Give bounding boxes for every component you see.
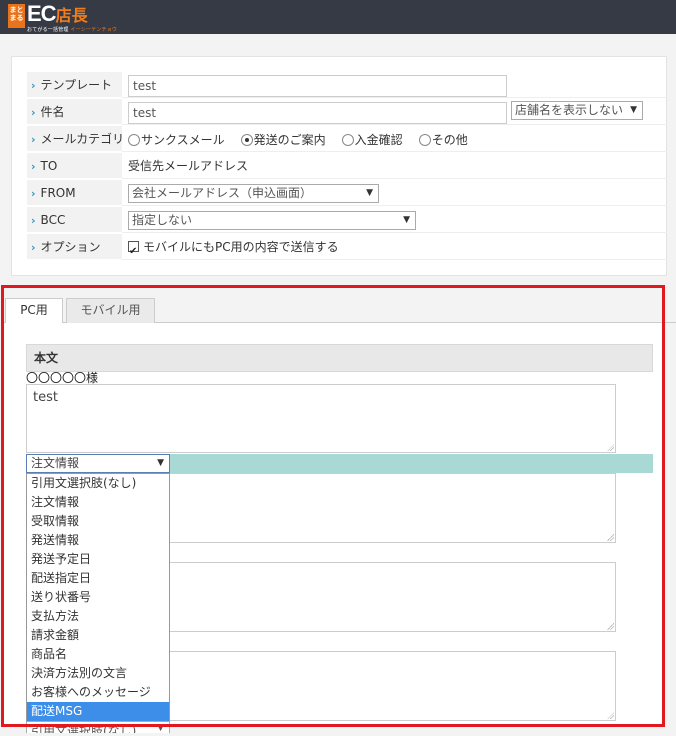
bcc-select-value: 指定しない (132, 213, 193, 227)
label-subject: › 件名 (27, 99, 122, 125)
label-option: › オプション (27, 234, 122, 260)
radio-shipping[interactable]: 発送のご案内 (240, 131, 326, 148)
triangle-down-icon: ▼ (366, 188, 373, 198)
radio-thanks-label: サンクスメール (141, 132, 225, 147)
value-bcc: 指定しない ▼ (122, 207, 667, 233)
label-category: › メールカテゴリ (27, 126, 122, 152)
to-address-text: 受信先メールアドレス (128, 159, 249, 173)
value-from: 会社メールアドレス（申込画面） ▼ (122, 180, 667, 206)
from-select[interactable]: 会社メールアドレス（申込画面） ▼ (128, 184, 379, 203)
chevron-right-icon: › (31, 214, 36, 227)
label-template-text: テンプレート (40, 78, 113, 92)
shop-name-select-value: 店舗名を表示しない (515, 103, 624, 117)
tab-pc[interactable]: PC用 (5, 298, 63, 323)
chevron-right-icon: › (31, 133, 36, 146)
row-to: › TO 受信先メールアドレス (27, 153, 667, 180)
logo-store: 店長 (55, 8, 88, 25)
logo-sub-left: おてがる一括管理 (27, 27, 69, 33)
mail-settings-panel: › テンプレート test › 件名 test 店舗名を表示しない ▼ › メールカテゴ… (11, 56, 667, 276)
label-category-text: メールカテゴリ (40, 132, 122, 146)
logo-sub-right: イーシーテンチョウ (70, 27, 118, 33)
radio-payment[interactable]: 入金確認 (341, 131, 403, 148)
dropdown-option[interactable]: 引用文選択肢(なし) (27, 474, 169, 493)
label-bcc-text: BCC (40, 213, 66, 227)
row-from: › FROM 会社メールアドレス（申込画面） ▼ (27, 180, 667, 207)
label-from: › FROM (27, 180, 122, 206)
value-category: サンクスメール 発送のご案内 入金確認 その他 (122, 126, 667, 152)
logo-badge: まとまる (8, 4, 25, 28)
shop-name-select[interactable]: 店舗名を表示しない ▼ (511, 101, 643, 120)
chevron-right-icon: › (31, 106, 36, 119)
mobile-same-content-option[interactable]: モバイルにもPC用の内容で送信する (128, 234, 339, 265)
subject-input[interactable]: test (128, 102, 507, 124)
dropdown-option[interactable]: 決済方法別の文言 (27, 664, 169, 683)
radio-icon (128, 133, 140, 146)
chevron-right-icon: › (31, 241, 36, 254)
from-select-value: 会社メールアドレス（申込画面） (132, 186, 313, 200)
row-bcc: › BCC 指定しない ▼ (27, 207, 667, 234)
row-template: › テンプレート test (27, 72, 667, 99)
radio-shipping-label: 発送のご案内 (253, 132, 326, 147)
triangle-down-icon: ▼ (403, 215, 410, 225)
dropdown-option[interactable]: 発送情報 (27, 531, 169, 550)
radio-checked-icon (240, 133, 253, 146)
chevron-right-icon: › (31, 79, 36, 92)
dropdown-option[interactable]: 配送指定日 (27, 569, 169, 588)
label-subject-text: 件名 (40, 105, 65, 119)
radio-thanks[interactable]: サンクスメール (128, 131, 225, 148)
dropdown-option[interactable]: 送り状番号 (27, 588, 169, 607)
dropdown-option[interactable]: 請求金額 (27, 626, 169, 645)
row-subject: › 件名 test 店舗名を表示しない ▼ (27, 99, 667, 126)
logo-text: EC店長 おてがる一括管理 イーシーテンチョウ (27, 1, 117, 34)
dropdown-option[interactable]: 発送予定日 (27, 550, 169, 569)
logo-ec: EC (27, 1, 57, 26)
template-name-input[interactable]: test (128, 75, 507, 97)
logo-main: EC店長 (27, 1, 117, 27)
value-template: test (122, 72, 667, 98)
bcc-select[interactable]: 指定しない ▼ (128, 211, 416, 230)
dropdown-option[interactable]: 支払方法 (27, 607, 169, 626)
quote-dropdown-list: 引用文選択肢(なし) 注文情報 受取情報 発送情報 発送予定日 配送指定日 送り… (26, 473, 170, 721)
brand-logo[interactable]: まとまる EC店長 おてがる一括管理 イーシーテンチョウ (8, 1, 117, 34)
mobile-option-label: モバイルにもPC用の内容で送信する (143, 240, 339, 254)
label-to: › TO (27, 153, 122, 179)
row-category: › メールカテゴリ サンクスメール 発送のご案内 入金確認 その他 (27, 126, 667, 153)
top-bar: まとまる EC店長 おてがる一括管理 イーシーテンチョウ (0, 0, 676, 34)
dropdown-option[interactable]: 注文情報 (27, 493, 169, 512)
logo-subtitle: おてがる一括管理 イーシーテンチョウ (27, 27, 117, 33)
label-bcc: › BCC (27, 207, 122, 233)
dropdown-option[interactable]: お客様へのメッセージ (27, 683, 169, 702)
value-option: モバイルにもPC用の内容で送信する (122, 234, 667, 265)
radio-other[interactable]: その他 (418, 131, 468, 148)
chevron-right-icon: › (31, 187, 36, 200)
radio-icon (418, 133, 431, 146)
radio-payment-label: 入金確認 (354, 132, 403, 147)
value-to: 受信先メールアドレス (122, 153, 667, 179)
radio-other-label: その他 (431, 132, 468, 147)
checkmark-icon[interactable] (128, 239, 139, 265)
dropdown-option[interactable]: 受取情報 (27, 512, 169, 531)
dropdown-option[interactable]: 商品名 (27, 645, 169, 664)
label-from-text: FROM (40, 186, 76, 200)
label-template: › テンプレート (27, 72, 122, 98)
row-option: › オプション モバイルにもPC用の内容で送信する (27, 234, 667, 265)
radio-icon (341, 133, 354, 146)
value-subject: test 店舗名を表示しない ▼ (122, 99, 667, 125)
label-option-text: オプション (40, 240, 101, 254)
label-to-text: TO (40, 159, 58, 173)
dropdown-option-selected[interactable]: 配送MSG (27, 702, 169, 721)
chevron-right-icon: › (31, 160, 36, 173)
category-radio-group: サンクスメール 発送のご案内 入金確認 その他 (128, 126, 484, 152)
triangle-down-icon: ▼ (630, 105, 637, 115)
